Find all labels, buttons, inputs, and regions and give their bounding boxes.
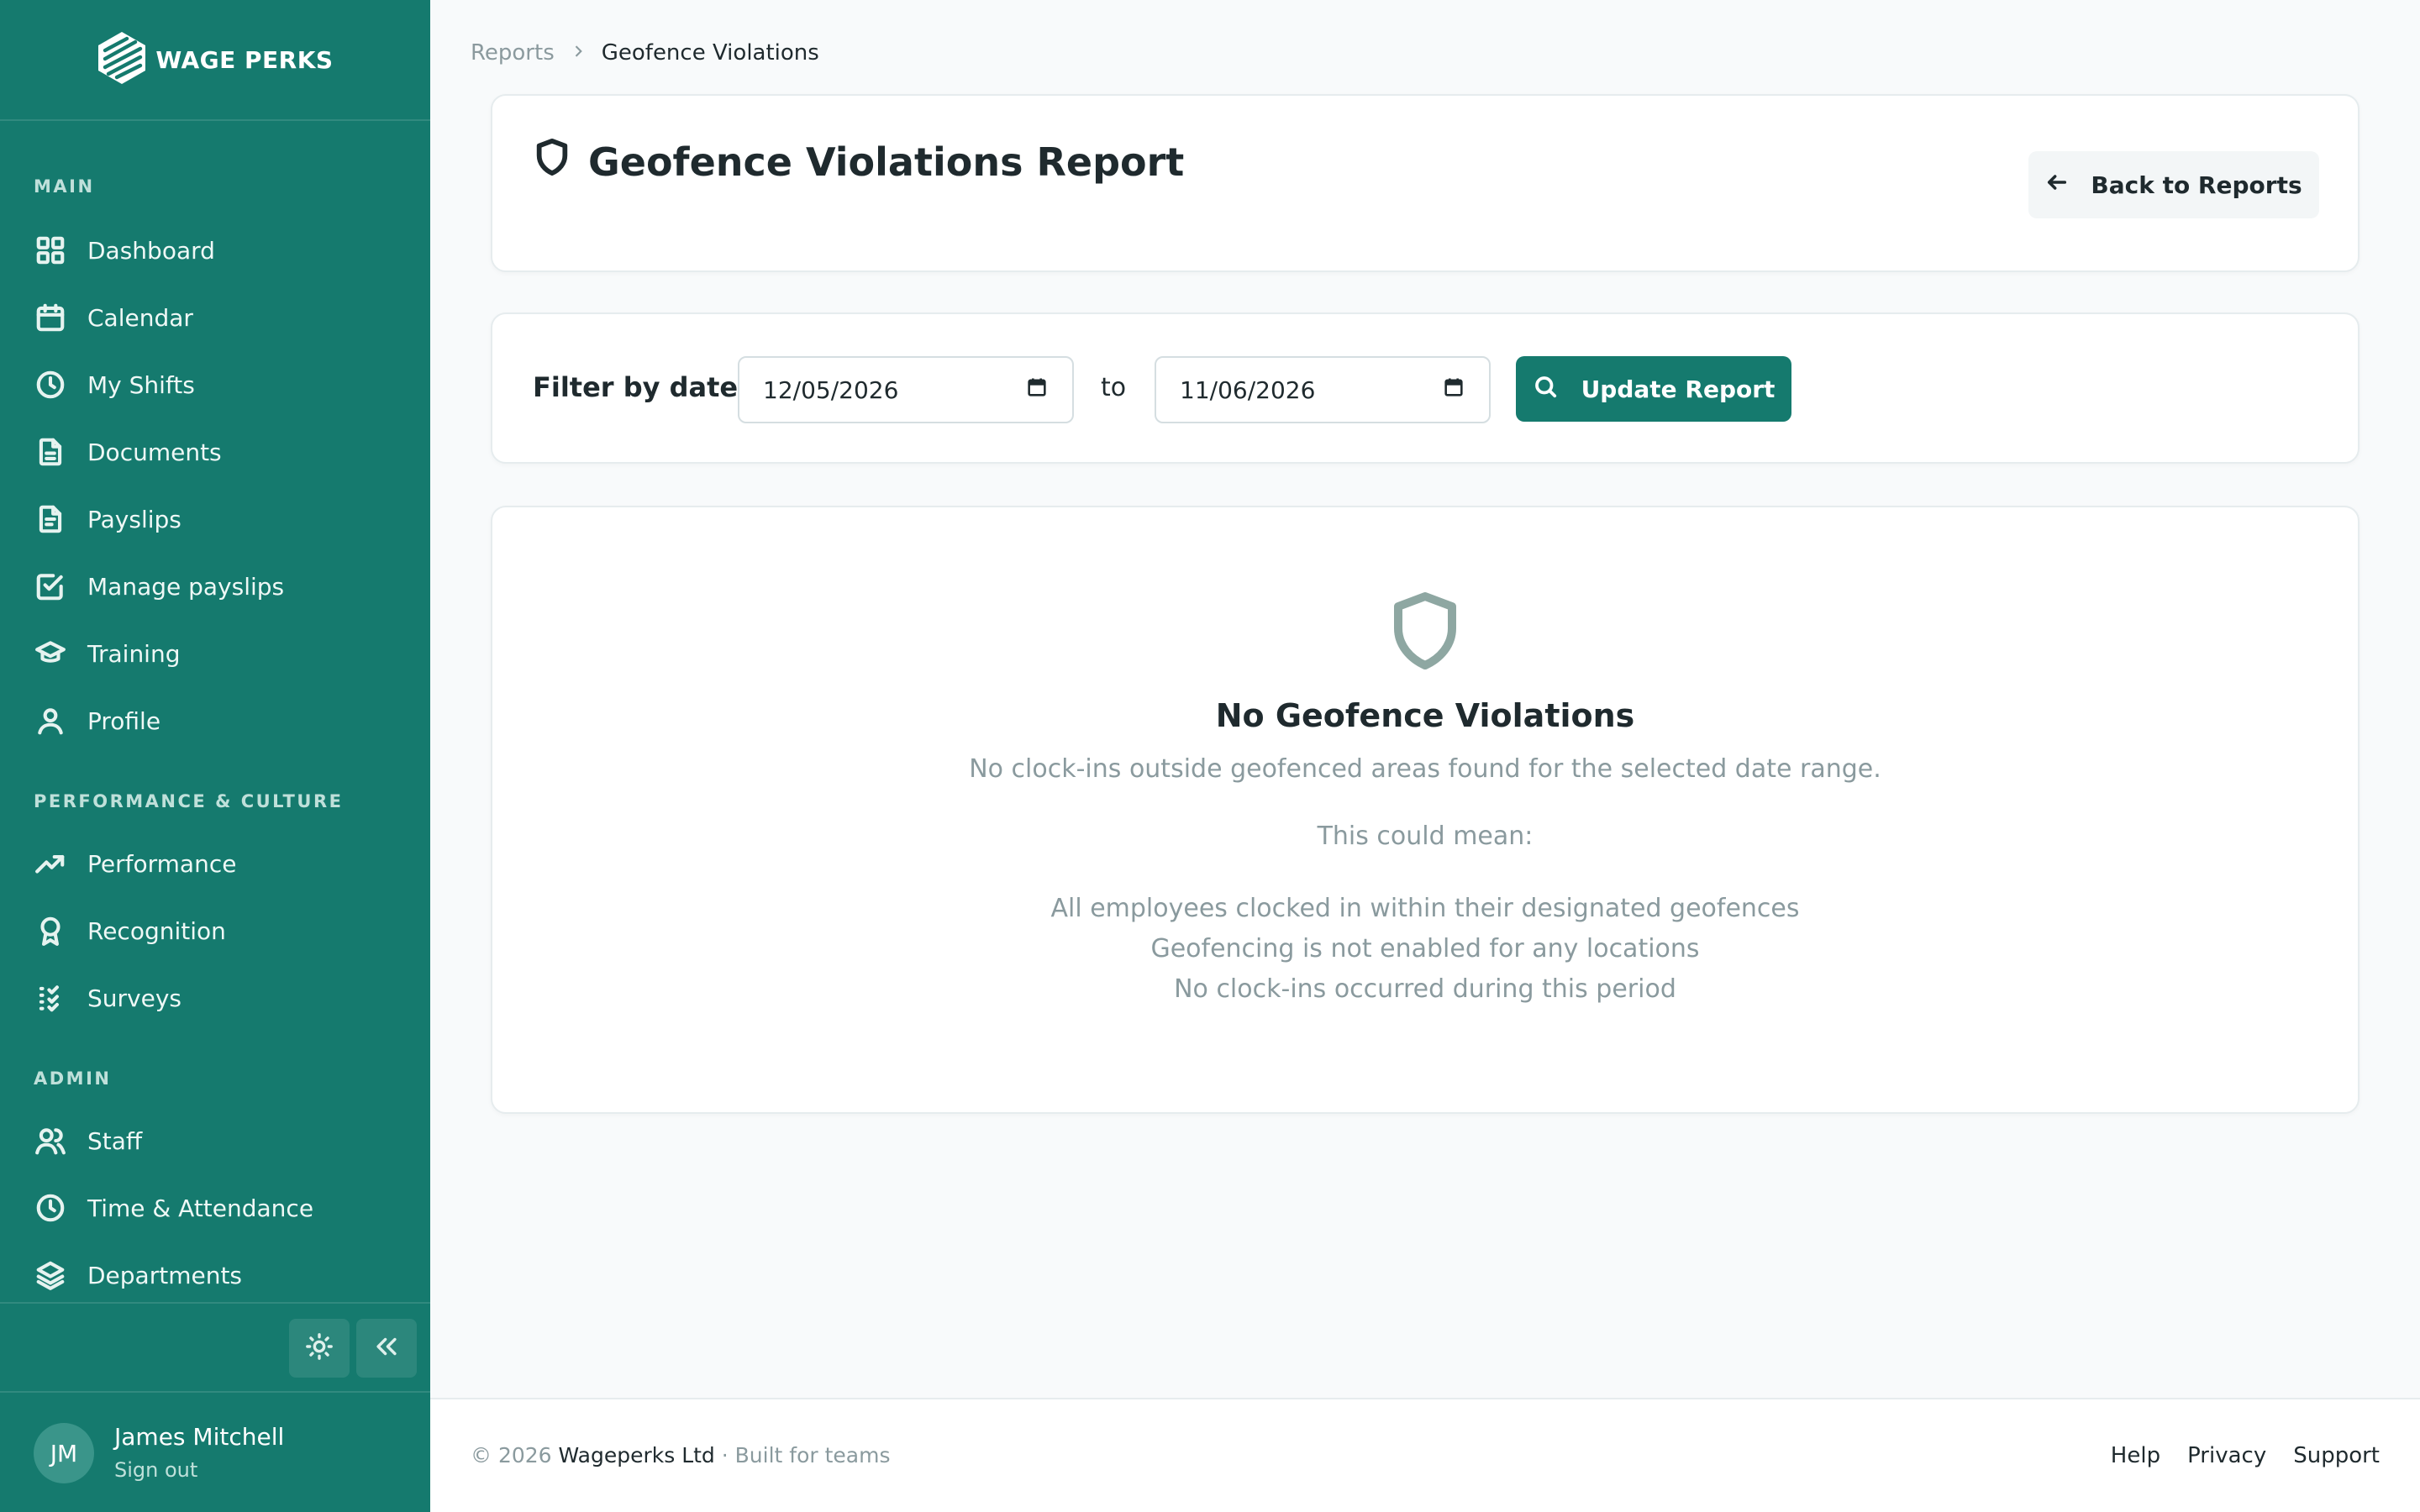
tagline: · Built for teams (714, 1443, 891, 1467)
collapse-sidebar-button[interactable] (356, 1319, 417, 1378)
calendar-icon (34, 301, 67, 334)
clock-icon (34, 1191, 67, 1225)
empty-state-card: No Geofence Violations No clock-ins outs… (491, 506, 2360, 1114)
support-link[interactable]: Support (2293, 1443, 2380, 1468)
sidebar-item-label: Calendar (87, 303, 193, 332)
sidebar-item-label: Documents (87, 438, 222, 466)
empty-state-title: No Geofence Violations (1215, 697, 1635, 734)
company-name: Wageperks Ltd (558, 1443, 715, 1467)
could-mean-label: This could mean: (1317, 822, 1534, 851)
footer-copyright: © 2026 Wageperks Ltd · Built for teams (471, 1443, 891, 1467)
sun-icon (305, 1332, 334, 1364)
end-date-input[interactable]: 11/06/2026 (1155, 356, 1491, 423)
sidebar-item-recognition[interactable]: Recognition (34, 904, 403, 958)
wage-perks-logo-icon (97, 30, 147, 89)
copyright-text: © 2026 (471, 1443, 559, 1467)
sidebar-item-label: Dashboard (87, 236, 215, 265)
award-icon (34, 914, 67, 948)
sidebar-item-time-attendance[interactable]: Time & Attendance (34, 1181, 403, 1235)
clock-icon (34, 368, 67, 402)
trend-up-icon (34, 847, 67, 880)
sidebar-tools (0, 1302, 430, 1391)
help-link[interactable]: Help (2111, 1443, 2160, 1468)
section-label-admin: ADMIN (34, 1068, 112, 1089)
list-item: All employees clocked in within their de… (1050, 894, 1800, 923)
privacy-link[interactable]: Privacy (2187, 1443, 2266, 1468)
list-item: Geofencing is not enabled for any locati… (1150, 934, 1700, 963)
chevron-right-icon (570, 40, 587, 66)
document-icon (34, 435, 67, 469)
end-date-value: 11/06/2026 (1180, 375, 1316, 404)
sidebar-item-label: Performance (87, 849, 237, 878)
sidebar-item-manage-payslips[interactable]: Manage payslips (34, 559, 403, 613)
theme-toggle-button[interactable] (289, 1319, 350, 1378)
back-button-label: Back to Reports (2091, 171, 2302, 199)
breadcrumb: Reports Geofence Violations (471, 40, 819, 66)
users-icon (34, 1124, 67, 1158)
section-label-performance: PERFORMANCE & CULTURE (34, 791, 344, 811)
sidebar-item-payslips[interactable]: Payslips (34, 492, 403, 546)
header-card: Geofence Violations Report Back to Repor… (491, 94, 2360, 272)
footer: © 2026 Wageperks Ltd · Built for teams H… (430, 1398, 2420, 1512)
checkbox-icon (34, 570, 67, 603)
sidebar-item-my-shifts[interactable]: My Shifts (34, 358, 403, 412)
user-name: James Mitchell (114, 1423, 285, 1451)
sidebar-item-dashboard[interactable]: Dashboard (34, 223, 403, 277)
page-title: Geofence Violations Report (533, 138, 1184, 186)
list-item: No clock-ins occurred during this period (1174, 974, 1676, 1004)
start-date-value: 12/05/2026 (763, 375, 899, 404)
arrow-left-icon (2045, 171, 2069, 200)
brand-name: WAGE PERKS (155, 45, 334, 74)
sidebar-item-departments[interactable]: Departments (34, 1248, 403, 1302)
graduation-cap-icon (34, 637, 67, 670)
shield-icon (1390, 591, 1460, 670)
layers-icon (34, 1258, 67, 1292)
sidebar-item-label: Surveys (87, 984, 182, 1012)
sidebar-item-label: Training (87, 639, 181, 668)
avatar[interactable]: JM (34, 1423, 94, 1483)
sidebar-item-label: Profile (87, 706, 161, 735)
empty-state-subtitle: No clock-ins outside geofenced areas fou… (969, 754, 1881, 784)
chevrons-left-icon (372, 1332, 401, 1364)
filter-label: Filter by date: (533, 371, 749, 403)
start-date-input[interactable]: 12/05/2026 (738, 356, 1074, 423)
sidebar-item-staff[interactable]: Staff (34, 1114, 403, 1168)
calendar-icon (1025, 375, 1049, 405)
breadcrumb-reports-link[interactable]: Reports (471, 40, 555, 66)
sidebar-item-training[interactable]: Training (34, 627, 403, 680)
sidebar-item-surveys[interactable]: Surveys (34, 971, 403, 1025)
sidebar-item-label: Manage payslips (87, 572, 285, 601)
sidebar-item-documents[interactable]: Documents (34, 425, 403, 479)
breadcrumb-current: Geofence Violations (601, 40, 819, 66)
sidebar-item-label: Time & Attendance (87, 1194, 314, 1222)
filter-card: Filter by date: 12/05/2026 to 11/06/2026… (491, 312, 2360, 464)
payslip-icon (34, 502, 67, 536)
sidebar: WAGE PERKS MAIN Dashboard Calendar My Sh… (0, 0, 430, 1512)
user-icon (34, 704, 67, 738)
section-label-main: MAIN (34, 176, 95, 197)
to-label: to (1101, 373, 1127, 402)
update-report-label: Update Report (1581, 375, 1776, 403)
sidebar-item-label: Payslips (87, 505, 182, 533)
calendar-icon (1442, 375, 1465, 405)
page-title-text: Geofence Violations Report (588, 139, 1185, 185)
sidebar-item-performance[interactable]: Performance (34, 837, 403, 890)
back-to-reports-button[interactable]: Back to Reports (2028, 151, 2319, 218)
update-report-button[interactable]: Update Report (1516, 356, 1791, 422)
shield-icon (533, 138, 571, 186)
sidebar-item-label: My Shifts (87, 370, 195, 399)
sign-out-link[interactable]: Sign out (114, 1458, 197, 1482)
checklist-icon (34, 981, 67, 1015)
grid-icon (34, 234, 67, 267)
sidebar-item-calendar[interactable]: Calendar (34, 291, 403, 344)
brand[interactable]: WAGE PERKS (0, 0, 430, 121)
reason-list: All employees clocked in within their de… (492, 889, 2358, 1010)
sidebar-item-profile[interactable]: Profile (34, 694, 403, 748)
sidebar-item-label: Staff (87, 1126, 143, 1155)
user-profile: JM James Mitchell Sign out (0, 1391, 430, 1512)
search-icon (1533, 374, 1558, 405)
sidebar-item-label: Recognition (87, 916, 226, 945)
footer-links: Help Privacy Support (2111, 1443, 2380, 1468)
sidebar-item-label: Departments (87, 1261, 243, 1289)
